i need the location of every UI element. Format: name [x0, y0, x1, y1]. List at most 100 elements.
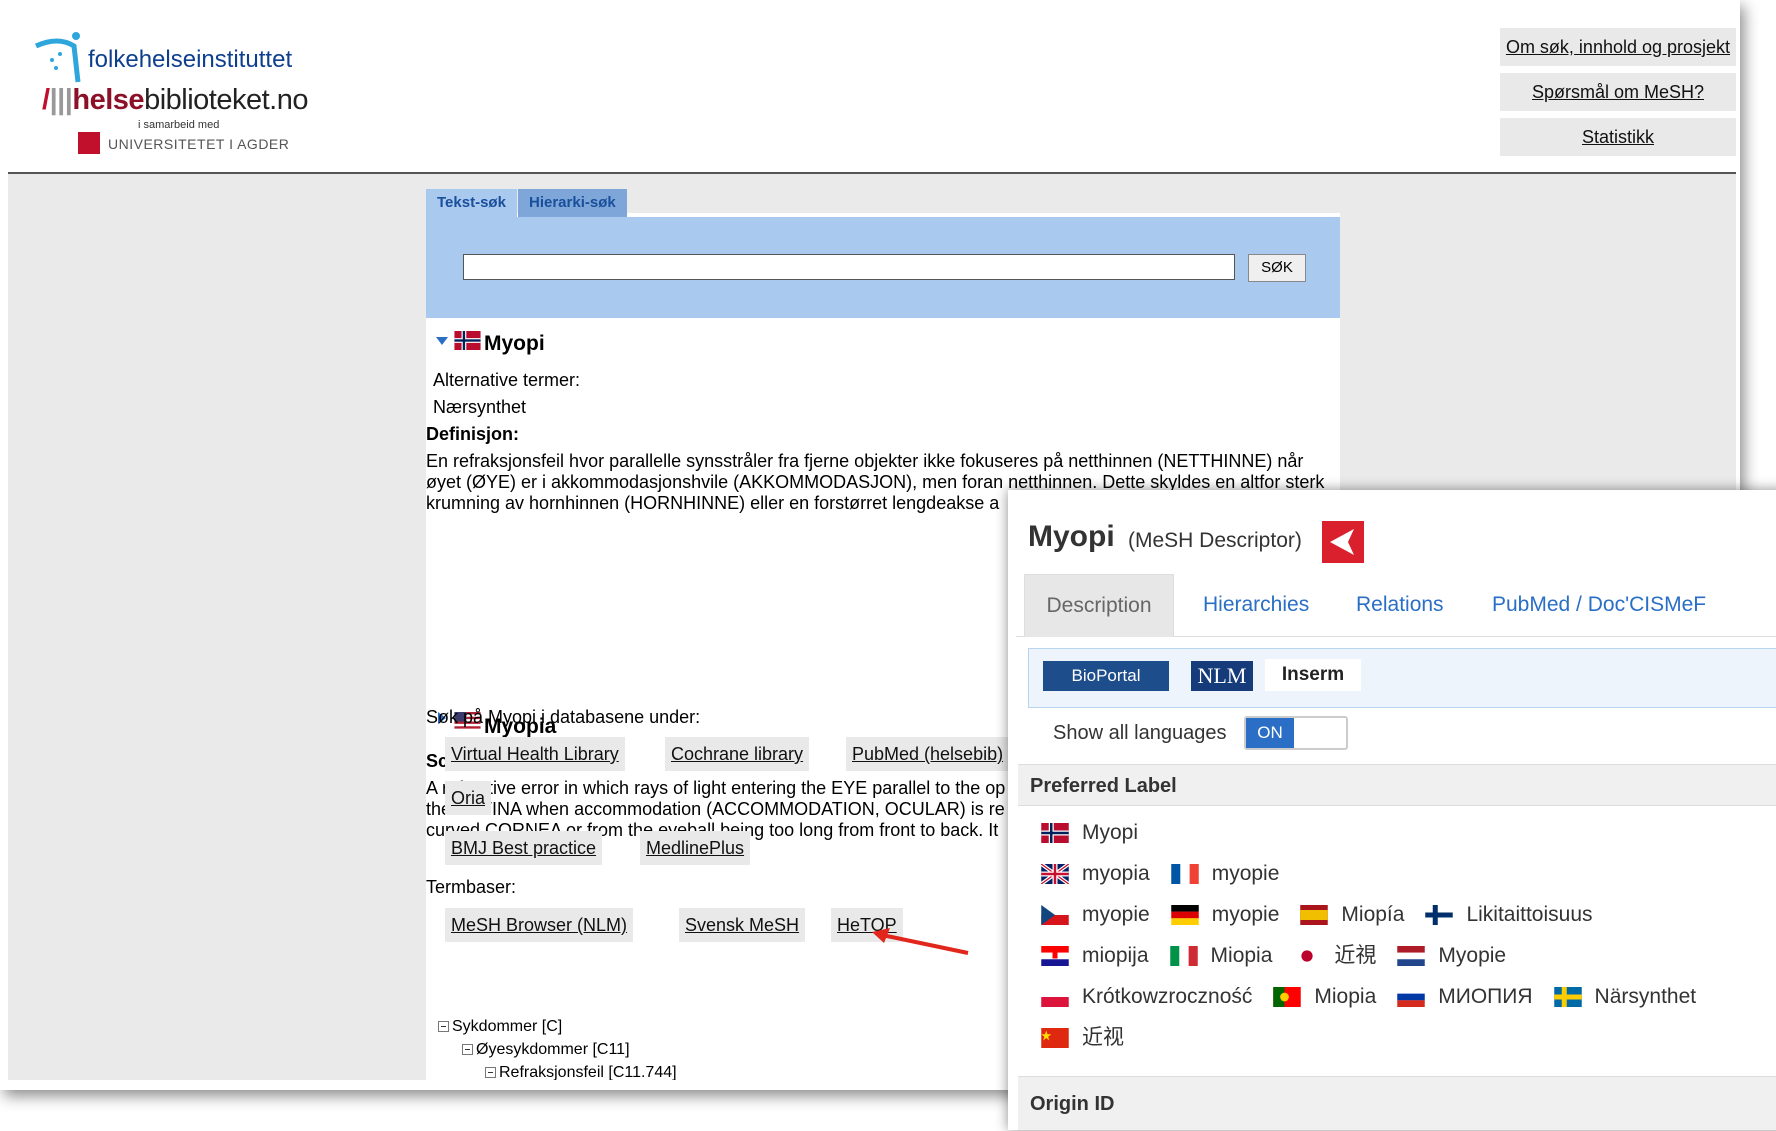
preferred-label-text: Myopi: [1082, 821, 1139, 844]
hetop-popup: Myopi (MeSH Descriptor) Description Hier…: [1008, 490, 1776, 1130]
tree-item[interactable]: Refraksjonsfeil [C11.744]: [485, 1064, 677, 1080]
no-flag-icon: [1041, 823, 1069, 844]
pt-flag-icon: [1273, 987, 1302, 1008]
fhi-logo-text: folkehelseinstituttet: [88, 46, 293, 73]
tree-item-label: Sykdommer [C]: [452, 1018, 563, 1035]
popup-title: Myopi: [1028, 520, 1115, 553]
site-header: folkehelseinstituttet /|||helsebibliotek…: [8, 8, 1736, 174]
preferred-label-es: Miopía: [1299, 894, 1404, 935]
preferred-label-text: МИОПИЯ: [1438, 985, 1533, 1008]
preferred-label-pl: Krótkowzroczność: [1040, 976, 1252, 1017]
languages-toggle[interactable]: ON: [1244, 716, 1348, 750]
label-row: myopia myopie: [1040, 853, 1776, 894]
preferred-label-text: Likitaittoisuus: [1466, 903, 1593, 926]
medlineplus-link[interactable]: MedlinePlus: [640, 831, 751, 865]
uia-logo-text: UNIVERSITETET I AGDER: [108, 136, 290, 152]
tab-text-search[interactable]: Tekst-søk: [426, 189, 517, 217]
search-panel: SØK: [426, 217, 1340, 318]
hb-name-part2: biblioteket.no: [144, 84, 308, 116]
tree-collapse-icon[interactable]: [485, 1067, 496, 1079]
hb-bars: |||: [49, 84, 73, 116]
preferred-label-cz: myopie: [1040, 894, 1150, 935]
fi-flag-icon: [1425, 905, 1454, 926]
pl-flag-icon: [1041, 987, 1069, 1008]
collapse-triangle-icon[interactable]: [436, 337, 448, 345]
tree-collapse-icon[interactable]: [462, 1044, 473, 1056]
origin-id-header: Origin ID: [1018, 1076, 1776, 1130]
preferred-label-text: myopie: [1211, 862, 1280, 885]
hetop-arrow-icon: [1330, 529, 1354, 555]
fhi-figure-icon: [34, 32, 81, 83]
statistics-link[interactable]: Statistikk: [1500, 118, 1736, 156]
inserm-logo[interactable]: Inserm: [1265, 659, 1361, 691]
nl-flag-icon: [1397, 946, 1426, 967]
label-row: Myopi: [1040, 812, 1776, 853]
preferred-label-text: Miopía: [1341, 903, 1405, 926]
preferred-label-text: miopija: [1082, 944, 1149, 967]
tab-hierarchy-search[interactable]: Hierarki-søk: [518, 189, 627, 217]
tree-collapse-icon[interactable]: [438, 1021, 449, 1033]
bioportal-logo[interactable]: BioPortal: [1043, 661, 1169, 691]
uia-mark-icon: [78, 132, 100, 154]
oria-link[interactable]: Oria: [445, 781, 492, 815]
entry-title-no: Myopi: [484, 332, 545, 355]
preferred-label-cn: 近视: [1040, 1017, 1124, 1058]
helsebiblioteket-logo[interactable]: /|||helsebiblioteket.no: [42, 84, 308, 117]
bmj-link[interactable]: BMJ Best practice: [445, 831, 603, 865]
tree-item[interactable]: Øyesykdommer [C11]: [462, 1041, 630, 1059]
pubmed-link[interactable]: PubMed (helsebib): [846, 737, 1010, 771]
preferred-label-no: Myopi: [1040, 812, 1138, 853]
nlm-logo[interactable]: NLM: [1191, 661, 1253, 691]
preferred-label-pt: Miopia: [1272, 976, 1376, 1017]
databases-intro: Søk på Myopi i databasene under:: [426, 707, 701, 727]
norway-flag-icon: [454, 331, 481, 350]
preferred-label-fi: Likitaittoisuus: [1424, 894, 1593, 935]
about-link[interactable]: Om søk, innhold og prosjekt: [1500, 28, 1736, 66]
preferred-label-it: Miopia: [1169, 935, 1273, 976]
mesh-browser-link[interactable]: MeSH Browser (NLM): [445, 908, 634, 942]
red-arrow-icon: [872, 928, 969, 955]
tree-item-label: Refraksjonsfeil [C11.744]: [499, 1064, 677, 1080]
preferred-label-jp: 近視: [1292, 935, 1376, 976]
preferred-label-gb: myopia: [1040, 853, 1150, 894]
search-tabs: Tekst-søk Hierarki-søk: [426, 181, 1340, 217]
label-row: miopija Miopia 近視 Myopie: [1040, 935, 1776, 976]
toggle-on-label: ON: [1246, 718, 1294, 748]
label-row: Krótkowzroczność Miopia МИОПИЯ Närsynthet: [1040, 976, 1776, 1017]
mesh-questions-link[interactable]: Spørsmål om MeSH?: [1500, 73, 1736, 111]
preferred-label-text: 近视: [1082, 1026, 1124, 1049]
tab-description[interactable]: Description: [1024, 574, 1174, 637]
tree-item[interactable]: Sykdommer [C]: [438, 1018, 562, 1036]
top-links: Om søk, innhold og prosjekt Spørsmål om …: [1500, 28, 1736, 163]
preferred-label-text: Miopia: [1210, 944, 1273, 967]
preferred-label-fr: myopie: [1170, 853, 1280, 894]
preferred-label-text: myopie: [1211, 903, 1280, 926]
es-flag-icon: [1300, 905, 1329, 926]
svensk-mesh-link[interactable]: Svensk MeSH: [679, 908, 806, 942]
hetop-logo-icon[interactable]: [1322, 521, 1364, 563]
external-links-bar: BioPortal NLM Inserm: [1028, 648, 1776, 708]
vhl-link[interactable]: Virtual Health Library: [445, 737, 625, 771]
fhi-logo[interactable]: folkehelseinstituttet: [26, 28, 296, 83]
preferred-label-header: Preferred Label: [1018, 764, 1776, 806]
label-row: 近视: [1040, 1017, 1776, 1058]
tree-item-label: Øyesykdommer [C11]: [476, 1041, 630, 1058]
search-button[interactable]: SØK: [1248, 254, 1306, 282]
preferred-labels-list: Myopi myopia myopie myopie myopie Miopía Likit…: [1040, 812, 1776, 1058]
preferred-label-hr: miopija: [1040, 935, 1149, 976]
cochrane-link[interactable]: Cochrane library: [665, 737, 810, 771]
tab-pubmed[interactable]: PubMed / Doc'CISMeF: [1492, 574, 1706, 636]
label-row: myopie myopie Miopía Likitaittoisuus: [1040, 894, 1776, 935]
gb-flag-icon: [1040, 864, 1070, 885]
alt-terms-label: Alternative termer:: [433, 370, 581, 390]
cn-flag-icon: [1041, 1028, 1069, 1049]
tab-relations[interactable]: Relations: [1356, 574, 1444, 636]
definition-label: Definisjon:: [426, 424, 519, 444]
hr-flag-icon: [1041, 946, 1069, 967]
tab-hierarchies[interactable]: Hierarchies: [1203, 574, 1309, 636]
popup-tabs: Description Hierarchies Relations PubMed…: [1016, 574, 1776, 637]
preferred-label-ru: МИОПИЯ: [1396, 976, 1533, 1017]
preferred-label-text: Krótkowzroczność: [1082, 985, 1253, 1008]
search-input[interactable]: [463, 254, 1235, 280]
samarbeid-text: i samarbeid med: [138, 119, 220, 131]
